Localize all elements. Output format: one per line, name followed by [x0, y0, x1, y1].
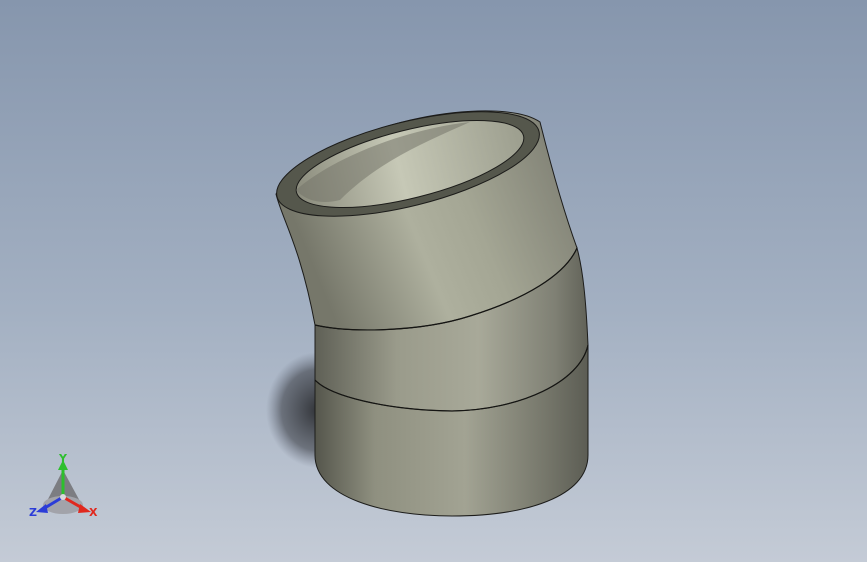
- orientation-triad[interactable]: Y X Z: [29, 452, 98, 519]
- x-axis-label: X: [89, 506, 98, 519]
- graphics-viewport[interactable]: Y X Z: [0, 0, 867, 562]
- z-axis-label: Z: [29, 506, 37, 519]
- model-scene[interactable]: Y X Z: [0, 0, 867, 562]
- z-axis-arrow-icon: [36, 504, 48, 513]
- triad-origin: [60, 494, 66, 500]
- y-axis-label: Y: [58, 452, 68, 465]
